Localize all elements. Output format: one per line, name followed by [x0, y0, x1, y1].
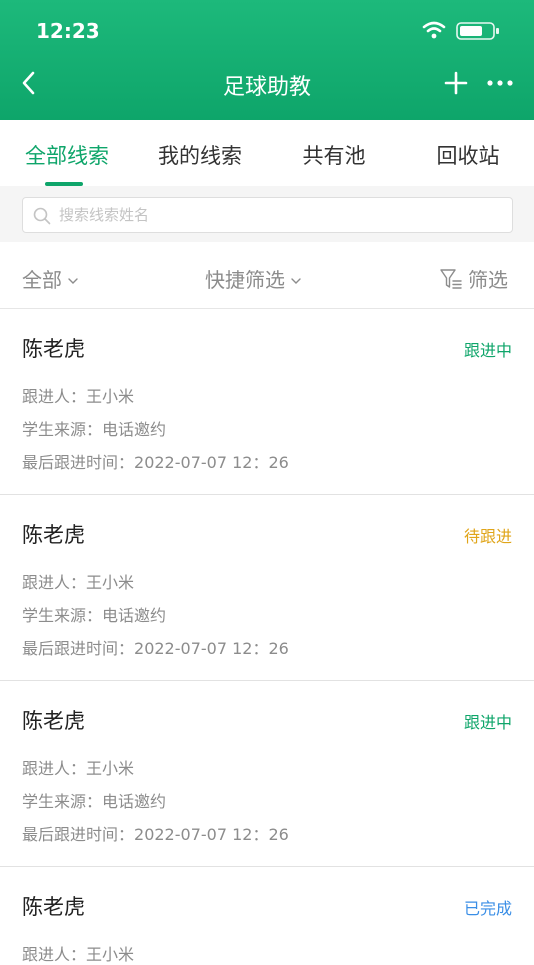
- source-value: 电话邀约: [102, 606, 167, 625]
- source-label: 学生来源：: [22, 606, 103, 625]
- all-filter-label: 全部: [22, 268, 62, 292]
- last-follow-row: 最后跟进时间：2022-07-07 12：26: [22, 635, 289, 659]
- lead-name: 陈老虎: [22, 895, 85, 919]
- last-follow-label: 最后跟进时间：: [22, 639, 135, 658]
- last-follow-label: 最后跟进时间：: [22, 825, 135, 844]
- last-follow-row: 最后跟进时间：2022-07-07 12：26: [22, 449, 289, 473]
- status-badge: 已完成: [463, 899, 512, 918]
- last-follow-row: 最后跟进时间：2022-07-07 12：26: [22, 821, 289, 845]
- search-input[interactable]: [59, 204, 499, 226]
- search-box[interactable]: [22, 197, 513, 233]
- source-label: 学生来源：: [22, 792, 103, 811]
- status-bar: 12:23: [0, 0, 534, 58]
- navbar: 足球助教: [0, 58, 534, 110]
- status-badge: 待跟进: [463, 527, 512, 546]
- follower-row: 跟进人：王小米: [22, 755, 134, 779]
- wifi-icon: [422, 21, 446, 39]
- tab-bar: 全部线索 我的线索 共有池 回收站: [0, 120, 534, 186]
- follower-value: 王小米: [86, 573, 135, 592]
- source-label: 学生来源：: [22, 420, 103, 439]
- follower-label: 跟进人：: [22, 945, 87, 964]
- follower-row: 跟进人：王小米: [22, 941, 134, 965]
- lead-card[interactable]: 陈老虎 跟进中 跟进人：王小米 学生来源：电话邀约 最后跟进时间：2022-07…: [0, 681, 534, 867]
- source-row: 学生来源：电话邀约: [22, 416, 166, 440]
- tab-recycle-bin[interactable]: 回收站: [401, 140, 534, 170]
- filter-button[interactable]: 筛选: [440, 264, 508, 293]
- search-icon: [33, 207, 51, 225]
- last-follow-value: 2022-07-07 12：26: [134, 639, 289, 658]
- tab-all-leads[interactable]: 全部线索: [0, 140, 134, 170]
- last-follow-label: 最后跟进时间：: [22, 453, 135, 472]
- lead-card[interactable]: 陈老虎 已完成 跟进人：王小米: [0, 867, 534, 964]
- last-follow-value: 2022-07-07 12：26: [134, 453, 289, 472]
- follower-value: 王小米: [86, 759, 135, 778]
- source-row: 学生来源：电话邀约: [22, 602, 166, 626]
- source-value: 电话邀约: [102, 792, 167, 811]
- follower-row: 跟进人：王小米: [22, 383, 134, 407]
- tab-my-leads[interactable]: 我的线索: [133, 140, 267, 170]
- follower-label: 跟进人：: [22, 387, 87, 406]
- last-follow-value: 2022-07-07 12：26: [134, 825, 289, 844]
- lead-name: 陈老虎: [22, 523, 85, 547]
- chevron-down-icon: [68, 277, 78, 284]
- lead-name: 陈老虎: [22, 337, 85, 361]
- battery-icon: [456, 22, 499, 40]
- search-area: [0, 186, 534, 242]
- status-badge: 跟进中: [463, 341, 512, 360]
- lead-card[interactable]: 陈老虎 待跟进 跟进人：王小米 学生来源：电话邀约 最后跟进时间：2022-07…: [0, 495, 534, 681]
- status-badge: 跟进中: [463, 713, 512, 732]
- lead-name: 陈老虎: [22, 709, 85, 733]
- filter-label: 筛选: [468, 268, 508, 292]
- status-time: 12:23: [36, 19, 100, 43]
- more-options-icon[interactable]: [486, 78, 514, 88]
- follower-row: 跟进人：王小米: [22, 569, 134, 593]
- quick-filter-label: 快捷筛选: [205, 268, 285, 292]
- follower-value: 王小米: [86, 387, 135, 406]
- app-header: 12:23 足球助教: [0, 0, 534, 120]
- all-filter-dropdown[interactable]: 全部: [22, 264, 78, 293]
- quick-filter-dropdown[interactable]: 快捷筛选: [205, 264, 301, 293]
- chevron-down-icon: [291, 277, 301, 284]
- source-row: 学生来源：电话邀约: [22, 788, 166, 812]
- follower-label: 跟进人：: [22, 759, 87, 778]
- add-icon[interactable]: [444, 71, 468, 95]
- tab-shared-pool[interactable]: 共有池: [267, 140, 401, 170]
- filter-bar: 全部 快捷筛选 筛选: [0, 242, 534, 309]
- funnel-filter-icon: [440, 268, 462, 289]
- follower-value: 王小米: [86, 945, 135, 964]
- source-value: 电话邀约: [102, 420, 167, 439]
- follower-label: 跟进人：: [22, 573, 87, 592]
- lead-card[interactable]: 陈老虎 跟进中 跟进人：王小米 学生来源：电话邀约 最后跟进时间：2022-07…: [0, 309, 534, 495]
